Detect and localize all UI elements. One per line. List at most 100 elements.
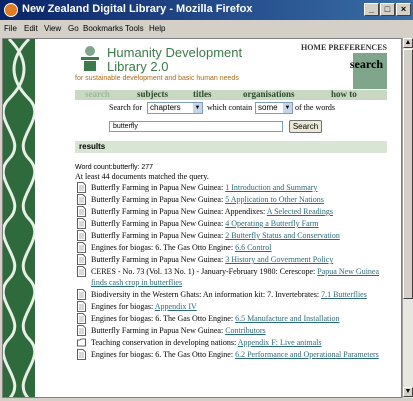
close-button[interactable]: ×: [396, 3, 411, 16]
result-link[interactable]: 6.2 Performance and Operational Paramete…: [235, 350, 379, 359]
tab-search[interactable]: search: [85, 89, 110, 99]
result-item: Butterfly Farming in Papua New Guinea: 2…: [75, 230, 387, 241]
result-link[interactable]: Appendix F: Live animals: [238, 338, 322, 347]
result-source: Engines for biogas:: [91, 302, 155, 311]
menu-file[interactable]: File: [4, 24, 17, 33]
document-icon[interactable]: [77, 313, 86, 324]
search-type-value: chapters: [150, 103, 181, 112]
document-icon[interactable]: [77, 194, 86, 205]
page-heading: search: [349, 57, 383, 71]
menu-bar: File Edit View Go Bookmarks Tools Help: [0, 20, 413, 38]
result-source: Engines for biogas: 6. The Gas Otto Engi…: [91, 243, 236, 252]
tab-titles[interactable]: titles: [193, 89, 212, 99]
result-source: Butterfly Farming in Papua New Guinea:: [91, 219, 226, 228]
result-item: Butterfly Farming in Papua New Guinea: A…: [75, 206, 387, 217]
result-source: Engines for biogas: 6. The Gas Otto Engi…: [91, 350, 236, 359]
tab-subjects[interactable]: subjects: [137, 89, 168, 99]
result-source: Biodiversity in the Western Ghats: An in…: [91, 290, 322, 299]
vertical-scrollbar[interactable]: ▲ ▼: [402, 38, 413, 398]
document-icon[interactable]: [77, 254, 86, 265]
result-source: Butterfly Farming in Papua New Guinea: A…: [91, 207, 267, 216]
document-icon[interactable]: [77, 266, 86, 277]
result-source: Butterfly Farming in Papua New Guinea:: [91, 231, 226, 240]
menu-help[interactable]: Help: [149, 24, 165, 33]
result-source: Butterfly Farming in Papua New Guinea:: [91, 195, 226, 204]
home-preferences-links[interactable]: HOME PREFERENCES: [301, 43, 387, 52]
document-icon[interactable]: [77, 206, 86, 217]
results-header-bar: [75, 141, 387, 153]
chevron-down-icon: ▼: [283, 103, 292, 113]
scroll-down-icon[interactable]: ▼: [403, 387, 413, 397]
result-item: Engines for biogas: 6. The Gas Otto Engi…: [75, 313, 387, 324]
match-summary: At least 44 documents matched the query.: [75, 172, 209, 181]
result-item: CERES - No. 73 (Vol. 13 No. 1) - January…: [75, 266, 387, 288]
library-subtitle: for sustainable development and basic hu…: [75, 75, 239, 82]
result-source: Teaching conservation in developing nati…: [91, 338, 238, 347]
menu-go[interactable]: Go: [68, 24, 79, 33]
search-prefix-label: Search for: [109, 103, 143, 112]
minimize-button[interactable]: _: [364, 3, 379, 16]
document-icon[interactable]: [77, 182, 86, 193]
document-icon[interactable]: [77, 218, 86, 229]
tab-organisations[interactable]: organisations: [243, 89, 295, 99]
firefox-icon: [4, 3, 18, 17]
search-type-select[interactable]: chapters ▼: [147, 102, 203, 114]
folder-icon[interactable]: [77, 337, 86, 348]
result-link[interactable]: 1 Introduction and Summary: [225, 183, 317, 192]
result-link[interactable]: 3 History and Government Policy: [225, 255, 333, 264]
navigation-tabs: search subjects titles organisations how…: [75, 89, 387, 100]
window-titlebar: New Zealand Digital Library - Mozilla Fi…: [0, 0, 413, 20]
result-link[interactable]: 4 Operating a Butterfly Farm: [225, 219, 318, 228]
document-icon[interactable]: [77, 325, 86, 336]
result-link[interactable]: A Selected Readings: [267, 207, 333, 216]
document-icon[interactable]: [77, 349, 86, 360]
result-link[interactable]: Appendix IV: [155, 302, 197, 311]
menu-edit[interactable]: Edit: [24, 24, 38, 33]
menu-tools[interactable]: Tools: [125, 24, 144, 33]
result-item: Butterfly Farming in Papua New Guinea: 4…: [75, 218, 387, 229]
maximize-button[interactable]: □: [380, 3, 395, 16]
scrollbar-thumb[interactable]: [403, 49, 413, 299]
results-list: Butterfly Farming in Papua New Guinea: 1…: [75, 182, 387, 361]
search-button[interactable]: Search: [289, 120, 322, 133]
search-input[interactable]: butterfly: [109, 121, 283, 132]
result-item: Engines for biogas: Appendix IV: [75, 301, 387, 312]
result-item: Teaching conservation in developing nati…: [75, 337, 387, 348]
result-item: Engines for biogas: 6. The Gas Otto Engi…: [75, 242, 387, 253]
scroll-up-icon[interactable]: ▲: [403, 38, 413, 48]
document-icon[interactable]: [77, 301, 86, 312]
result-item: Engines for biogas: 6. The Gas Otto Engi…: [75, 349, 387, 360]
document-icon[interactable]: [77, 242, 86, 253]
search-mode-select[interactable]: some ▼: [255, 102, 293, 114]
menu-bookmarks[interactable]: Bookmarks: [83, 24, 123, 33]
document-icon[interactable]: [77, 289, 86, 300]
results-heading: results: [79, 142, 106, 151]
library-logo-icon: [81, 46, 99, 71]
tab-how-to[interactable]: how to: [331, 89, 357, 99]
library-version: Library 2.0: [107, 59, 169, 74]
result-link[interactable]: 7.1 Butterflies: [321, 290, 367, 299]
search-mode-value: some: [258, 103, 278, 112]
result-item: Butterfly Farming in Papua New Guinea: 5…: [75, 194, 387, 205]
library-title: Humanity Development: [107, 45, 243, 60]
result-item: Butterfly Farming in Papua New Guinea: C…: [75, 325, 387, 336]
page-viewport: Humanity Development Library 2.0 for sus…: [2, 38, 402, 398]
window-title: New Zealand Digital Library - Mozilla Fi…: [22, 3, 253, 15]
result-source: CERES - No. 73 (Vol. 13 No. 1) - January…: [91, 267, 318, 276]
result-item: Biodiversity in the Western Ghats: An in…: [75, 289, 387, 300]
menu-view[interactable]: View: [44, 24, 61, 33]
result-source: Butterfly Farming in Papua New Guinea:: [91, 183, 226, 192]
result-link[interactable]: Contributors: [225, 326, 265, 335]
result-link[interactable]: 2 Butterfly Status and Conservation: [225, 231, 340, 240]
page-content: Humanity Development Library 2.0 for sus…: [49, 39, 387, 397]
result-link[interactable]: 6.6 Control: [235, 243, 271, 252]
result-link[interactable]: 5 Application to Other Nations: [225, 195, 324, 204]
search-suffix-label: of the words: [295, 103, 335, 112]
chevron-down-icon: ▼: [193, 103, 202, 113]
result-source: Engines for biogas: 6. The Gas Otto Engi…: [91, 314, 236, 323]
search-middle-label: which contain: [207, 103, 253, 112]
result-link[interactable]: 6.5 Manufacture and Installation: [235, 314, 339, 323]
document-icon[interactable]: [77, 230, 86, 241]
result-item: Butterfly Farming in Papua New Guinea: 1…: [75, 182, 387, 193]
result-item: Butterfly Farming in Papua New Guinea: 3…: [75, 254, 387, 265]
